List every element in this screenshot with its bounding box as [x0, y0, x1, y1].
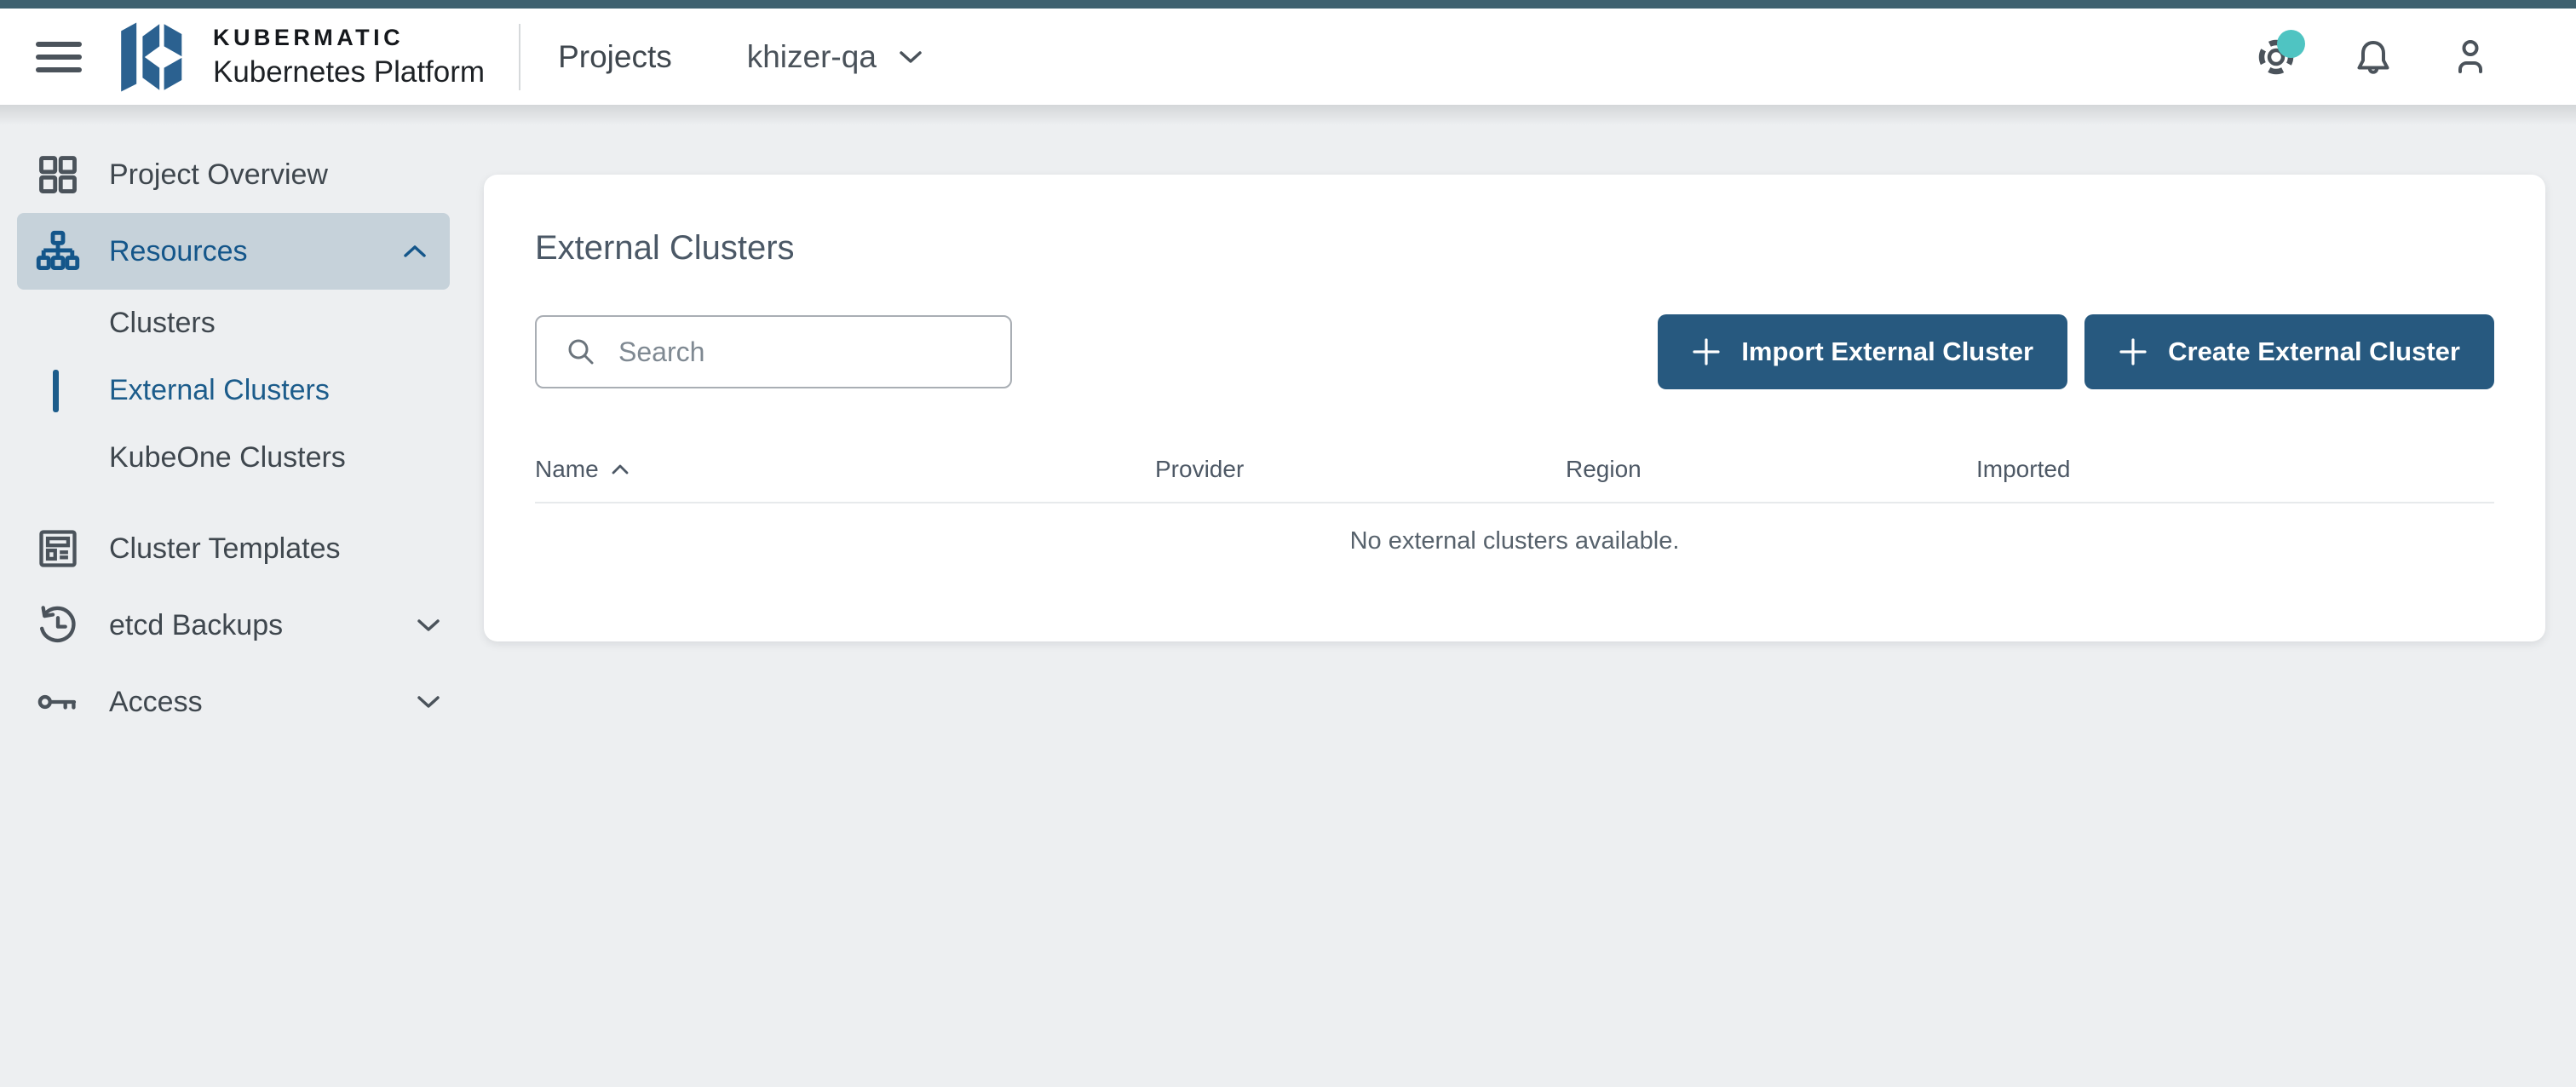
sort-ascending-icon	[612, 464, 629, 474]
notifications-bell-icon[interactable]	[2353, 37, 2394, 78]
plus-icon	[2119, 338, 2147, 365]
sidebar-item-label: etcd Backups	[109, 608, 284, 641]
page-title: External Clusters	[535, 229, 795, 267]
search-input[interactable]	[618, 336, 990, 368]
column-label: Name	[535, 456, 599, 482]
button-label: Import External Cluster	[1741, 336, 2034, 366]
projects-label: Projects	[558, 38, 672, 74]
brand-text: KUBERMATIC Kubernetes Platform	[213, 25, 485, 89]
header-actions	[2256, 29, 2491, 78]
sidebar-item-access[interactable]: Access	[0, 664, 477, 740]
header-divider	[519, 23, 521, 90]
chevron-down-icon	[900, 50, 922, 63]
notification-dot	[2277, 29, 2305, 58]
template-icon	[34, 525, 82, 572]
sidebar-item-label: Clusters	[109, 307, 216, 339]
changelog-wheel-icon[interactable]	[2256, 29, 2305, 78]
sidebar-item-project-overview[interactable]: Project Overview	[0, 136, 477, 213]
kubermatic-logo[interactable]: KUBERMATIC Kubernetes Platform	[114, 19, 485, 95]
import-external-cluster-button[interactable]: Import External Cluster	[1658, 314, 2068, 389]
sidebar-item-label: Resources	[109, 234, 248, 267]
sidebar-item-etcd-backups[interactable]: etcd Backups	[0, 587, 477, 664]
sidebar: Project Overview Resources Clusters Exte…	[0, 105, 477, 1087]
column-label: Imported	[1976, 456, 2071, 482]
chevron-down-icon	[417, 696, 440, 708]
top-accent-strip	[0, 0, 2576, 9]
key-icon	[34, 678, 82, 726]
brand-subtitle: Kubernetes Platform	[213, 55, 486, 89]
sidebar-item-clusters[interactable]: Clusters	[0, 290, 477, 357]
hamburger-menu-icon[interactable]	[36, 41, 82, 72]
sidebar-item-resources[interactable]: Resources	[17, 213, 450, 290]
column-header-provider[interactable]: Provider	[1155, 456, 1566, 483]
sidebar-item-label: Cluster Templates	[109, 532, 341, 565]
table-header-row: Name Provider Region Imported	[535, 456, 2494, 503]
brand-name: KUBERMATIC	[213, 24, 405, 50]
toolbar: Import External Cluster Create External …	[535, 314, 2494, 389]
button-label: Create External Cluster	[2168, 336, 2460, 366]
search-box[interactable]	[535, 315, 1012, 388]
sidebar-item-label: KubeOne Clusters	[109, 441, 346, 474]
search-icon	[568, 339, 594, 365]
chevron-up-icon	[404, 245, 426, 257]
sidebar-item-kubeone-clusters[interactable]: KubeOne Clusters	[0, 424, 477, 492]
sidebar-item-cluster-templates[interactable]: Cluster Templates	[0, 510, 477, 587]
sidebar-item-label: External Clusters	[109, 374, 330, 406]
sitemap-icon	[34, 227, 82, 275]
app-header: KUBERMATIC Kubernetes Platform Projects …	[0, 9, 2576, 105]
column-header-name[interactable]: Name	[535, 456, 1155, 483]
history-icon	[34, 601, 82, 649]
current-project-name: khizer-qa	[746, 38, 877, 74]
column-header-region[interactable]: Region	[1566, 456, 1976, 483]
column-header-imported[interactable]: Imported	[1976, 456, 2494, 483]
user-account-icon[interactable]	[2450, 37, 2491, 78]
chevron-down-icon	[417, 619, 440, 631]
grid-icon	[34, 151, 82, 198]
external-clusters-card: External Clusters Import External Cluste…	[484, 175, 2545, 641]
kubermatic-logo-icon	[121, 22, 182, 91]
column-label: Region	[1566, 456, 1642, 482]
plus-icon	[1693, 338, 1720, 365]
create-external-cluster-button[interactable]: Create External Cluster	[2084, 314, 2494, 389]
project-switcher[interactable]: khizer-qa	[747, 39, 923, 75]
empty-state-message: No external clusters available.	[1349, 527, 1680, 555]
column-label: Provider	[1155, 456, 1245, 482]
sidebar-item-label: Access	[109, 685, 203, 718]
page-body: Project Overview Resources Clusters Exte…	[0, 105, 2576, 1087]
sidebar-item-external-clusters[interactable]: External Clusters	[0, 357, 477, 424]
sidebar-item-label: Project Overview	[109, 158, 328, 191]
